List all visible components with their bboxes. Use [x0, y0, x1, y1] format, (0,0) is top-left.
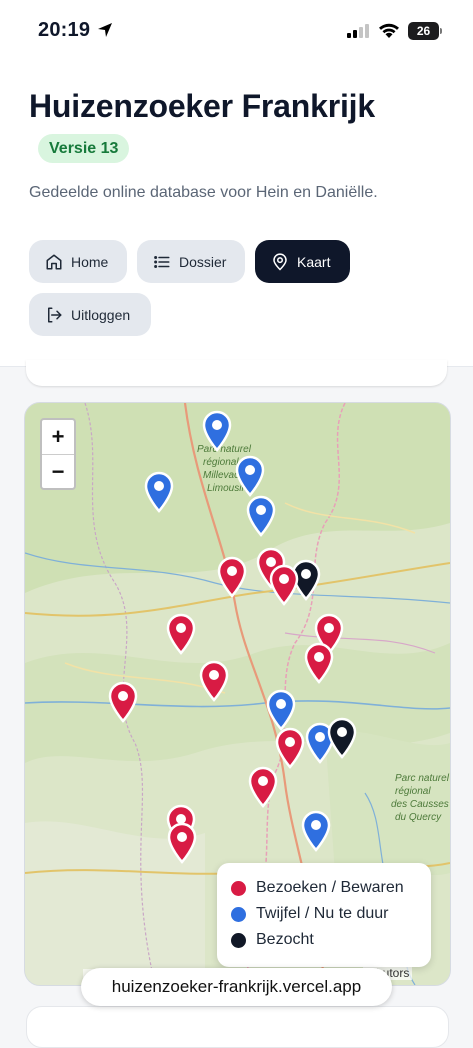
location-arrow-icon — [98, 23, 112, 37]
map-marker-dot — [177, 832, 187, 842]
map-marker[interactable] — [143, 470, 175, 513]
map-marker[interactable] — [274, 726, 306, 769]
logout-button[interactable]: Uitloggen — [29, 293, 151, 336]
map-marker-dot — [315, 732, 325, 742]
map-marker[interactable] — [303, 641, 335, 684]
map-marker-pin — [202, 410, 232, 452]
version-badge: Versie 13 — [38, 134, 130, 163]
battery-level: 26 — [416, 24, 431, 38]
map-marker-pin — [301, 810, 331, 852]
nav-kaart-label: Kaart — [297, 253, 331, 270]
page-title: Huizenzoeker Frankrijk — [29, 88, 375, 124]
signal-icon — [347, 24, 369, 38]
map-marker[interactable] — [107, 680, 139, 723]
map-marker-dot — [154, 481, 164, 491]
wifi-icon — [379, 23, 399, 38]
map-marker-dot — [118, 691, 128, 701]
browser-url-bar[interactable]: huizenzoeker-frankrijk.vercel.app — [81, 968, 392, 1006]
nav-dossier-label: Dossier — [179, 253, 227, 270]
map-marker[interactable] — [247, 765, 279, 808]
map-marker-pin — [217, 556, 247, 598]
browser-url: huizenzoeker-frankrijk.vercel.app — [111, 977, 362, 996]
list-icon — [154, 255, 170, 268]
map-marker-pin — [166, 613, 196, 655]
map-marker-dot — [227, 566, 237, 576]
legend-item-bezocht: Bezocht — [231, 931, 314, 949]
map-marker[interactable] — [234, 454, 266, 497]
map-marker[interactable] — [300, 809, 332, 852]
nav-dossier-button[interactable]: Dossier — [137, 240, 245, 283]
map-marker-pin — [266, 689, 296, 731]
legend-item-twijfel: Twijfel / Nu te duur — [231, 905, 389, 923]
map-marker[interactable] — [326, 716, 358, 759]
nav-home-label: Home — [71, 253, 109, 270]
map-marker-pin — [248, 766, 278, 808]
map-marker-dot — [311, 820, 321, 830]
map-marker-pin — [327, 717, 357, 759]
map-marker-dot — [279, 574, 289, 584]
map-label-quercy-2: régional — [395, 786, 431, 797]
logout-icon — [48, 307, 62, 322]
map-marker-dot — [176, 623, 186, 633]
zoom-out-button[interactable]: − — [42, 455, 74, 489]
map-marker[interactable] — [198, 659, 230, 702]
page-subtitle: Gedeelde online database voor Hein en Da… — [29, 184, 378, 201]
map-marker-dot — [256, 505, 266, 515]
map-marker-dot — [245, 465, 255, 475]
map-marker-dot — [324, 623, 334, 633]
map-marker-dot — [314, 652, 324, 662]
battery-icon: 26 — [408, 22, 439, 40]
nav-kaart-button[interactable]: Kaart — [255, 240, 350, 283]
map-marker-pin — [269, 564, 299, 606]
map-marker[interactable] — [216, 555, 248, 598]
previous-card — [26, 360, 447, 386]
logout-label: Uitloggen — [71, 306, 131, 323]
map-marker[interactable] — [201, 409, 233, 452]
legend-label-twijfel: Twijfel / Nu te duur — [256, 905, 389, 922]
page-header: Huizenzoeker Frankrijk Versie 13 Gedeeld… — [0, 60, 473, 367]
map-marker[interactable] — [265, 688, 297, 731]
legend-dot-red — [231, 880, 246, 896]
map-marker[interactable] — [268, 563, 300, 606]
nav-home-button[interactable]: Home — [29, 240, 127, 283]
home-icon — [46, 254, 62, 269]
map-label-quercy-4: du Quercy — [395, 812, 442, 823]
map-marker-pin — [275, 727, 305, 769]
map-marker-dot — [258, 776, 268, 786]
map-marker-pin — [246, 495, 276, 537]
map-marker-pin — [304, 642, 334, 684]
battery-nub — [440, 28, 442, 34]
zoom-in-button[interactable]: + — [42, 420, 74, 455]
legend-dot-blue — [231, 906, 246, 922]
zoom-control: + − — [40, 418, 76, 490]
map-marker-dot — [209, 670, 219, 680]
map-label-quercy-1: Parc naturel — [395, 773, 450, 784]
map-marker-pin — [199, 660, 229, 702]
map-marker-dot — [212, 420, 222, 430]
map-marker[interactable] — [166, 821, 198, 864]
map-view[interactable]: Parc naturel régional Millevaches Limous… — [24, 402, 451, 986]
legend-label-bezoeken: Bezoeken / Bewaren — [256, 879, 404, 896]
map-marker-pin — [144, 471, 174, 513]
legend-item-bezoeken: Bezoeken / Bewaren — [231, 879, 404, 897]
map-marker-dot — [276, 699, 286, 709]
map-label-quercy-3: des Causses — [391, 799, 449, 810]
map-pin-icon — [273, 252, 287, 271]
next-card — [26, 1006, 449, 1048]
status-bar: 20:19 26 — [0, 0, 473, 60]
map-marker[interactable] — [245, 494, 277, 537]
map-legend: Bezoeken / Bewaren Twijfel / Nu te duur … — [217, 863, 431, 967]
legend-dot-black — [231, 932, 246, 948]
status-time: 20:19 — [38, 19, 91, 41]
map-marker-pin — [235, 455, 265, 497]
map-marker[interactable] — [165, 612, 197, 655]
map-marker-dot — [337, 727, 347, 737]
legend-label-bezocht: Bezocht — [256, 931, 314, 948]
map-marker-dot — [285, 737, 295, 747]
map-marker-pin — [108, 681, 138, 723]
map-marker-dot — [301, 569, 311, 579]
map-marker-pin — [167, 822, 197, 864]
